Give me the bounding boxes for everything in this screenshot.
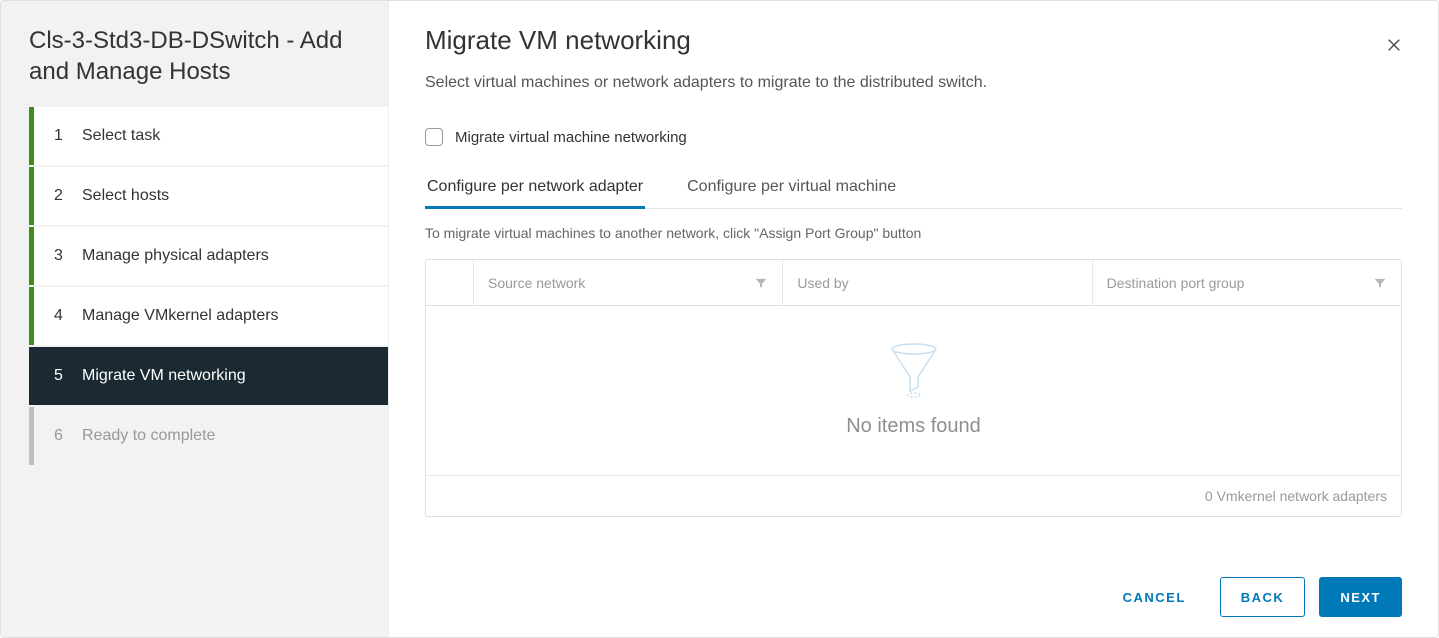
helper-text: To migrate virtual machines to another n… <box>425 225 1402 241</box>
step-select-hosts[interactable]: 2 Select hosts <box>29 167 388 225</box>
migrate-vm-checkbox-label: Migrate virtual machine networking <box>455 129 687 146</box>
funnel-icon <box>890 343 938 399</box>
step-number: 3 <box>54 247 68 265</box>
wizard-sidebar: Cls-3-Std3-DB-DSwitch - Add and Manage H… <box>1 1 389 637</box>
page-title: Migrate VM networking <box>425 25 1402 56</box>
step-number: 5 <box>54 367 68 385</box>
close-button[interactable] <box>1382 33 1406 57</box>
step-label: Migrate VM networking <box>82 367 370 385</box>
next-button[interactable]: NEXT <box>1319 577 1402 617</box>
wizard-dialog: Cls-3-Std3-DB-DSwitch - Add and Manage H… <box>0 0 1439 638</box>
step-label: Select hosts <box>82 187 370 205</box>
config-tabs: Configure per network adapter Configure … <box>425 170 1402 209</box>
page-description: Select virtual machines or network adapt… <box>425 74 1402 92</box>
filter-icon[interactable] <box>1373 276 1387 290</box>
column-label: Source network <box>488 275 585 291</box>
wizard-steps: 1 Select task 2 Select hosts 3 Manage ph… <box>1 107 388 465</box>
tab-configure-per-adapter[interactable]: Configure per network adapter <box>425 170 645 209</box>
wizard-content: Migrate VM networking Select virtual mac… <box>389 1 1438 637</box>
column-source-network[interactable]: Source network <box>474 260 783 305</box>
step-number: 4 <box>54 307 68 325</box>
column-label: Destination port group <box>1107 275 1245 291</box>
column-destination-port-group[interactable]: Destination port group <box>1093 260 1401 305</box>
table-body-empty: No items found <box>426 306 1401 476</box>
migrate-vm-checkbox[interactable] <box>425 128 443 146</box>
table-footer: 0 Vmkernel network adapters <box>426 476 1401 516</box>
table-header-checkbox-cell <box>426 260 474 305</box>
step-label: Select task <box>82 127 370 145</box>
step-manage-vmkernel-adapters[interactable]: 4 Manage VMkernel adapters <box>29 287 388 345</box>
table-header: Source network Used by Destination port … <box>426 260 1401 306</box>
tab-label: Configure per virtual machine <box>687 178 896 195</box>
tab-label: Configure per network adapter <box>427 178 643 195</box>
column-used-by[interactable]: Used by <box>783 260 1092 305</box>
step-number: 1 <box>54 127 68 145</box>
adapters-table: Source network Used by Destination port … <box>425 259 1402 517</box>
step-manage-physical-adapters[interactable]: 3 Manage physical adapters <box>29 227 388 285</box>
step-ready-to-complete: 6 Ready to complete <box>29 407 388 465</box>
table-footer-count: 0 Vmkernel network adapters <box>1205 488 1387 504</box>
step-label: Manage VMkernel adapters <box>82 307 370 325</box>
wizard-footer: CANCEL BACK NEXT <box>425 553 1402 617</box>
migrate-vm-checkbox-row: Migrate virtual machine networking <box>425 128 1402 146</box>
wizard-title: Cls-3-Std3-DB-DSwitch - Add and Manage H… <box>1 25 388 107</box>
step-number: 2 <box>54 187 68 205</box>
cancel-button[interactable]: CANCEL <box>1103 577 1206 617</box>
step-label: Manage physical adapters <box>82 247 370 265</box>
step-label: Ready to complete <box>82 427 370 445</box>
step-number: 6 <box>54 427 68 445</box>
filter-icon[interactable] <box>754 276 768 290</box>
step-migrate-vm-networking[interactable]: 5 Migrate VM networking <box>29 347 388 405</box>
back-button[interactable]: BACK <box>1220 577 1306 617</box>
step-select-task[interactable]: 1 Select task <box>29 107 388 165</box>
close-icon <box>1386 37 1402 53</box>
column-label: Used by <box>797 275 848 291</box>
empty-state-text: No items found <box>846 415 981 438</box>
tab-configure-per-vm[interactable]: Configure per virtual machine <box>685 170 898 209</box>
